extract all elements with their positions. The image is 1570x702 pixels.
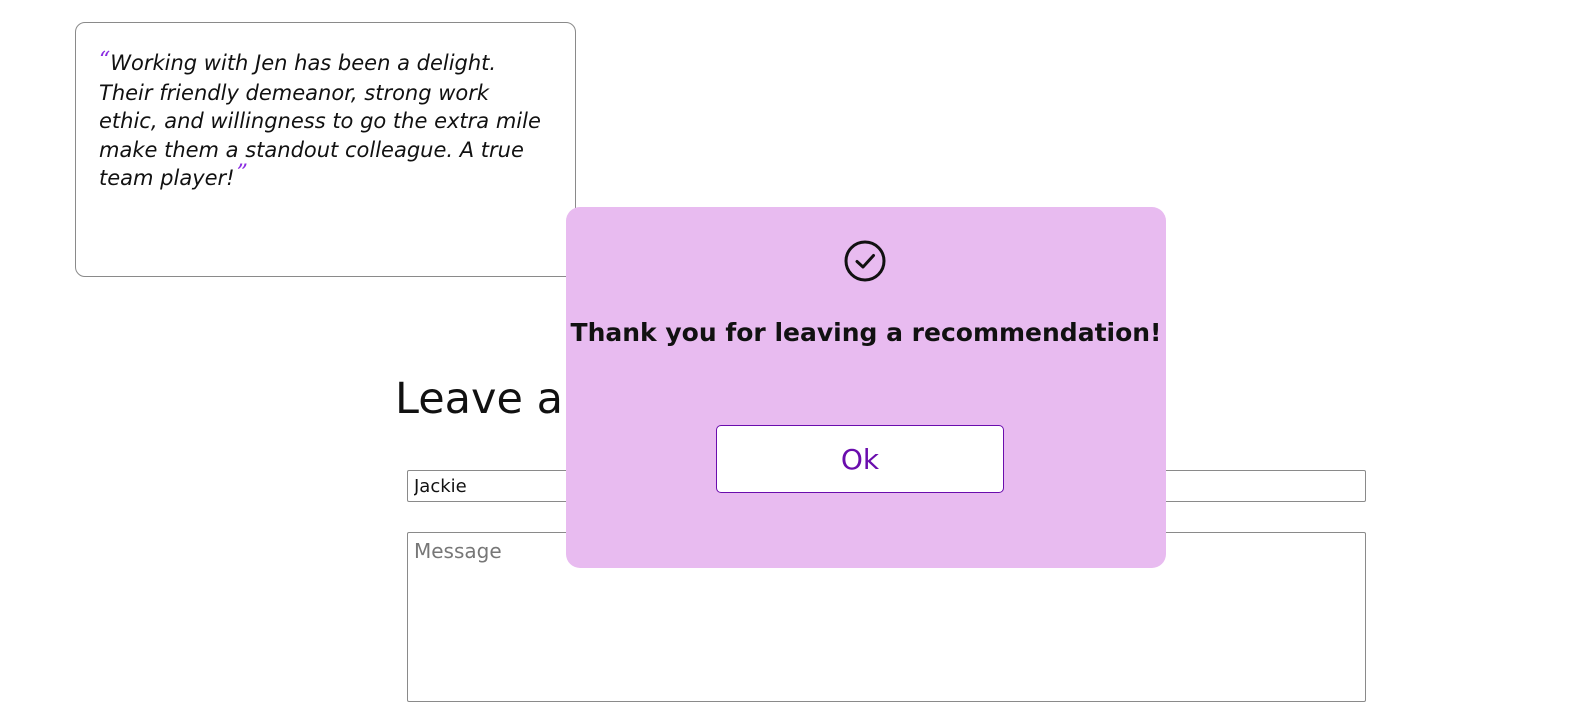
testimonial-body: Working with Jen has been a delight. The… xyxy=(99,51,541,190)
confirmation-modal: Thank you for leaving a recommendation! … xyxy=(566,207,1166,568)
modal-message: Thank you for leaving a recommendation! xyxy=(570,318,1162,347)
ok-button[interactable]: Ok xyxy=(716,425,1004,493)
testimonial-text: “Working with Jen has been a delight. Th… xyxy=(99,48,549,194)
testimonial-card: “Working with Jen has been a delight. Th… xyxy=(75,22,576,277)
recommendation-form-title: Leave a xyxy=(395,374,563,424)
close-quote-mark: ” xyxy=(236,161,248,186)
check-circle-icon xyxy=(844,240,886,282)
open-quote-mark: “ xyxy=(99,48,111,73)
